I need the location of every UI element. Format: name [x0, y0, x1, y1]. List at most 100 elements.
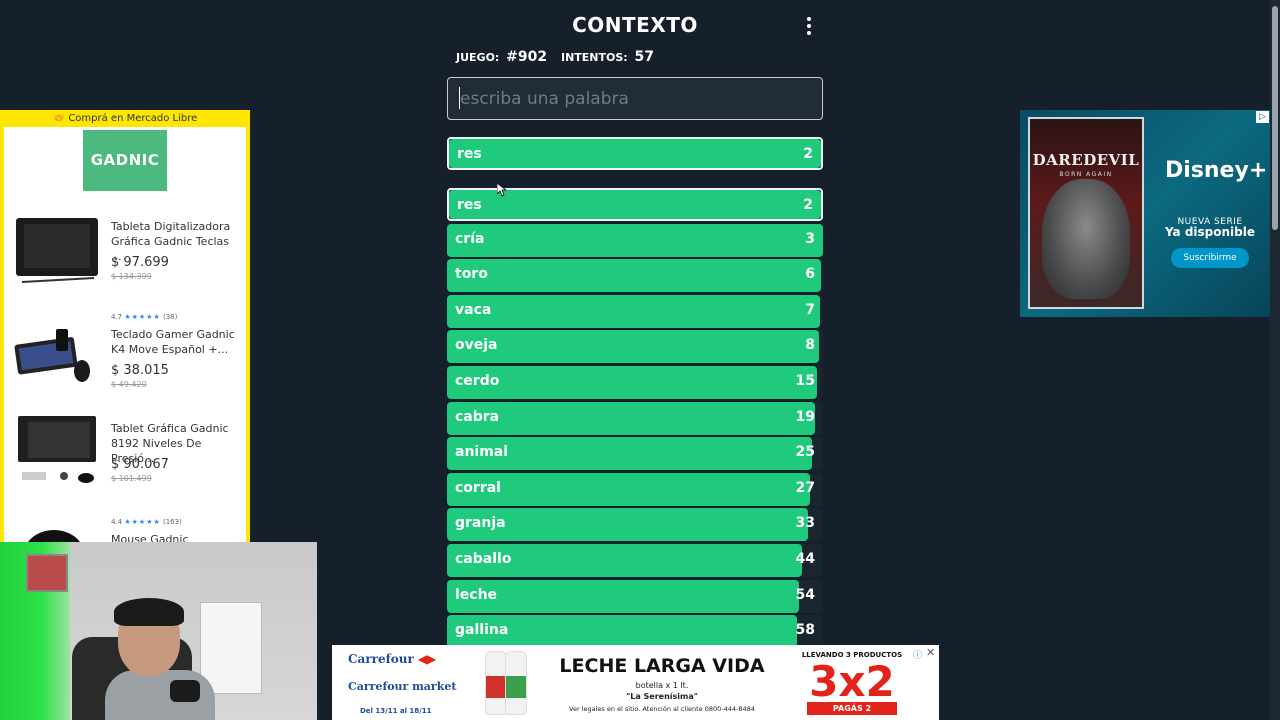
- product-rating: 4.7 ★★★★★ (38): [111, 313, 177, 321]
- guess-word: oveja: [455, 337, 498, 354]
- milk-bottle-image: [485, 651, 507, 715]
- gadnic-logo[interactable]: GADNIC: [83, 130, 167, 191]
- guess-row: caballo 44: [447, 544, 823, 577]
- ml-ad-body: GADNIC Tableta Digitalizadora Gráfica Ga…: [4, 127, 246, 542]
- guess-word: vaca: [455, 301, 492, 318]
- similarity-bar: [447, 366, 818, 399]
- adchoices-icon[interactable]: ▷: [1256, 111, 1269, 123]
- promo-offer: 3x2: [809, 657, 895, 706]
- product-price: $ 97.699: [111, 255, 169, 270]
- guess-word: cabra: [455, 408, 500, 425]
- last-guess-row: res 2: [447, 137, 823, 170]
- guess-word: leche: [455, 586, 498, 603]
- poster-subtitle: BORN AGAIN: [1059, 171, 1113, 178]
- carrefour-ad[interactable]: Carrefour ◀▶ Carrefour market Del 13/11 a…: [332, 645, 939, 720]
- guess-word: animal: [455, 444, 509, 461]
- ad-close-icon[interactable]: ✕: [926, 646, 935, 659]
- product-name: Teclado Gamer Gadnic K4 Move Español +..…: [111, 328, 235, 356]
- product-old-price: $ 101.499: [111, 474, 152, 483]
- guess-rank: 25: [795, 444, 815, 461]
- graphic-tablet-image: [18, 416, 96, 483]
- kebab-menu-icon: [807, 17, 811, 21]
- carrefour-mark-icon: ◀▶: [417, 652, 437, 666]
- guess-rank: 44: [795, 551, 815, 567]
- product-card[interactable]: 4.4 ★★★★★ (163) Mouse Gadnic: [4, 516, 246, 542]
- microphone-icon: [170, 680, 200, 702]
- guess-rank: 27: [795, 479, 815, 496]
- guess-rank: 2: [803, 197, 813, 213]
- guess-rank: 3: [805, 230, 815, 247]
- guess-rank: 54: [795, 586, 815, 603]
- attempts-label: INTENTOS:: [560, 51, 628, 64]
- similarity-bar: [447, 223, 823, 257]
- carrefour-logo: Carrefour ◀▶: [348, 652, 436, 666]
- last-guess-rank: 2: [803, 146, 813, 162]
- rating-value: 4.4: [111, 518, 123, 526]
- guess-word: granja: [455, 515, 506, 532]
- guess-row: toro 6: [447, 259, 823, 293]
- guess-row: gallina 58: [447, 615, 823, 649]
- disney-plus-ad[interactable]: DAREDEVIL BORN AGAIN Disney+ NUEVA SERIE…: [1020, 110, 1270, 317]
- review-count: (38): [163, 313, 178, 321]
- game-label: JUEGO:: [456, 51, 500, 64]
- ml-ad-header: 🤝 Comprá en Mercado Libre: [0, 110, 250, 127]
- guess-row: cabra 19: [447, 401, 823, 435]
- product-card[interactable]: Tableta Digitalizadora Gráfica Gadnic Te…: [4, 212, 246, 302]
- person-hair: [114, 598, 184, 626]
- ad-brand: "La Serenísima": [626, 692, 698, 701]
- mouse-image: [28, 530, 80, 542]
- game-number: #902: [506, 49, 548, 65]
- guess-rank: 15: [795, 373, 815, 389]
- last-guess-word: res: [457, 146, 482, 162]
- anime-poster: [200, 602, 262, 694]
- scrollbar-thumb[interactable]: [1272, 6, 1278, 230]
- ad-info-icon[interactable]: ⓘ: [913, 648, 922, 661]
- guess-row: cría 3: [447, 223, 823, 257]
- similarity-bar: [447, 579, 799, 613]
- text-caret: [459, 87, 460, 109]
- guess-word: caballo: [455, 551, 512, 567]
- star-rating-icon: ★★★★★: [124, 518, 161, 526]
- product-card[interactable]: Tablet Gráfica Gadnic 8192 Niveles De Pr…: [4, 412, 246, 502]
- available-label: Ya disponible: [1164, 225, 1256, 239]
- mercadolibre-ad[interactable]: 🤝 Comprá en Mercado Libre GADNIC Tableta…: [0, 110, 250, 542]
- wall-poster: [26, 554, 68, 592]
- guess-word: gallina: [455, 622, 509, 639]
- more-menu-button[interactable]: [800, 14, 818, 38]
- attempts-count: 57: [634, 49, 655, 65]
- ad-subtitle: botella x 1 lt.: [635, 681, 689, 690]
- product-card[interactable]: 4.7 ★★★★★ (38) Teclado Gamer Gadnic K4 M…: [4, 311, 246, 401]
- daredevil-poster: DAREDEVIL BORN AGAIN: [1028, 117, 1144, 309]
- product-name: Mouse Gadnic: [111, 533, 189, 542]
- milk-bottle-label: [506, 676, 526, 698]
- carrefour-market-logo: Carrefour market: [348, 680, 456, 693]
- kebab-menu-icon-dot: [807, 24, 811, 28]
- guess-rank: 6: [805, 266, 815, 283]
- app-title: CONTEXTO: [572, 13, 698, 37]
- product-old-price: $ 134.399: [111, 272, 152, 281]
- page-scrollbar[interactable]: [1270, 0, 1280, 720]
- ad-title: LECHE LARGA VIDA: [559, 655, 765, 677]
- guess-word: cría: [455, 230, 485, 247]
- guess-row: animal 25: [447, 437, 823, 471]
- guess-word: cerdo: [455, 373, 500, 389]
- mouse-pointer-icon: [497, 183, 507, 197]
- rating-value: 4.7: [111, 313, 123, 321]
- last-guess-bar: [449, 139, 821, 168]
- poster-title: DAREDEVIL: [1032, 151, 1140, 169]
- similarity-bar: [447, 294, 821, 328]
- guess-rank: 7: [805, 301, 815, 318]
- guess-word: toro: [455, 266, 488, 283]
- carrefour-market-text: Carrefour market: [348, 680, 457, 693]
- similarity-bar: [447, 330, 820, 364]
- similarity-bar: [447, 259, 822, 293]
- carrefour-logo-text: Carrefour: [348, 652, 414, 666]
- guess-rank: 58: [795, 622, 815, 639]
- milk-bottle-label: [486, 676, 506, 698]
- subscribe-button[interactable]: Suscribirme: [1171, 248, 1249, 268]
- word-input[interactable]: [447, 77, 823, 120]
- star-rating-icon: ★★★★★: [124, 313, 161, 321]
- guess-rank: 19: [795, 408, 815, 425]
- guess-word: corral: [455, 479, 501, 496]
- guess-rank: 33: [795, 515, 815, 532]
